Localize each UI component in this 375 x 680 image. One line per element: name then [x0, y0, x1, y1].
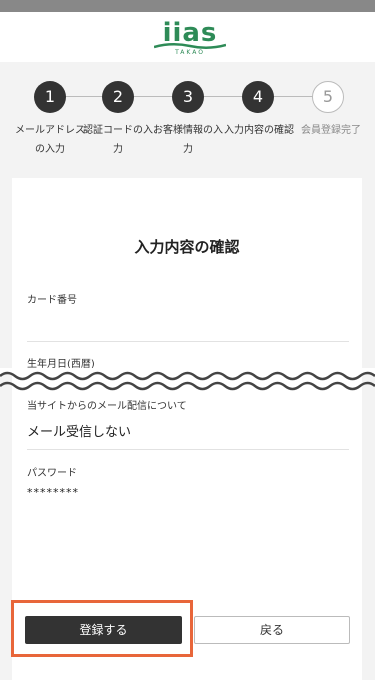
header: iias TAKAO: [0, 12, 375, 62]
step-2-circle: 2: [102, 81, 134, 113]
site-logo[interactable]: iias TAKAO: [150, 16, 230, 62]
divider: [27, 449, 349, 450]
step-4-circle: 4: [242, 81, 274, 113]
step-1-circle: 1: [34, 81, 66, 113]
torn-edge-divider: [0, 368, 375, 391]
top-bar: [0, 0, 375, 12]
card-number-label: カード番号: [27, 295, 77, 306]
step-2-label: 認証コードの入力: [83, 125, 153, 155]
logo-subtitle: TAKAO: [175, 49, 205, 56]
back-button[interactable]: 戻る: [194, 616, 350, 644]
mail-setting-label: 当サイトからのメール配信について: [27, 401, 187, 412]
highlight-frame: [11, 600, 193, 657]
password-label: パスワード: [27, 468, 77, 479]
mail-setting-value: メール受信しない: [27, 425, 132, 440]
step-1-label: メールアドレスの入力: [15, 125, 85, 155]
step-4-label: 入力内容の確認: [224, 125, 294, 136]
step-5-label: 会員登録完了: [301, 125, 361, 136]
page-title: 入力内容の確認: [134, 238, 240, 256]
step-5-circle: 5: [312, 81, 344, 113]
step-3-circle: 3: [172, 81, 204, 113]
step-3-label: お客様情報の入力: [153, 125, 223, 155]
divider: [27, 341, 349, 342]
password-value: ********: [27, 486, 79, 499]
